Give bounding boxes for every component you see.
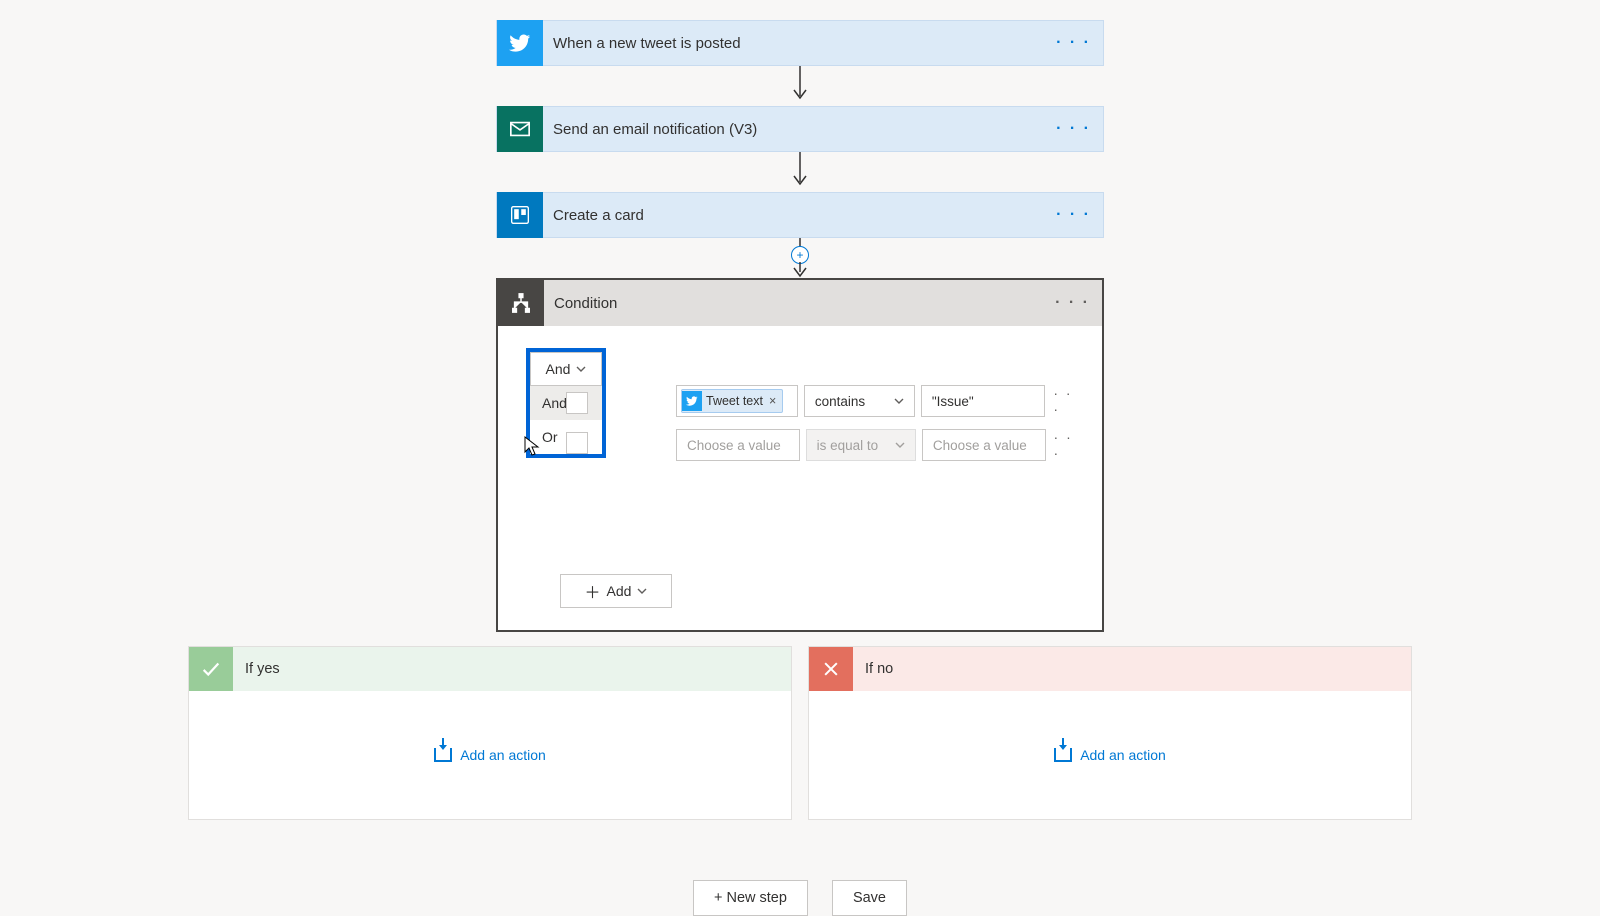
add-action-icon bbox=[434, 748, 452, 762]
condition-right-value[interactable]: Choose a value bbox=[922, 429, 1046, 461]
bottom-toolbar: + New step Save bbox=[0, 880, 1600, 916]
add-action-label: Add an action bbox=[460, 747, 546, 763]
token-remove-icon[interactable]: × bbox=[767, 394, 778, 408]
plus-icon: ＋ bbox=[585, 579, 601, 603]
operator-label: contains bbox=[815, 394, 865, 409]
condition-right-value[interactable]: "Issue" bbox=[921, 385, 1045, 417]
condition-title: Condition bbox=[544, 295, 617, 312]
branch-header[interactable]: If no bbox=[809, 647, 1411, 691]
branch-header[interactable]: If yes bbox=[189, 647, 791, 691]
condition-branches: If yes Add an action If no Add an action bbox=[188, 646, 1412, 820]
add-condition-row-button[interactable]: ＋ Add bbox=[560, 574, 672, 608]
add-action-label: Add an action bbox=[1080, 747, 1166, 763]
branch-if-yes: If yes Add an action bbox=[188, 646, 792, 820]
add-action-button[interactable]: Add an action bbox=[1054, 747, 1166, 763]
close-icon bbox=[809, 647, 853, 691]
step-card-twitter-trigger[interactable]: When a new tweet is posted · · · bbox=[496, 20, 1104, 66]
condition-icon bbox=[498, 280, 544, 326]
chevron-down-icon bbox=[637, 588, 647, 594]
row-connector-box bbox=[566, 432, 588, 454]
save-button[interactable]: Save bbox=[832, 880, 907, 916]
branch-title: If yes bbox=[233, 661, 280, 677]
step-card-email[interactable]: Send an email notification (V3) · · · bbox=[496, 106, 1104, 152]
condition-left-value[interactable]: Tweet text × bbox=[676, 385, 798, 417]
chevron-down-icon bbox=[894, 398, 904, 404]
add-label: Add bbox=[607, 583, 632, 599]
chevron-down-icon bbox=[576, 366, 586, 372]
check-icon bbox=[189, 647, 233, 691]
twitter-icon bbox=[682, 391, 702, 411]
step-title: Send an email notification (V3) bbox=[543, 121, 757, 138]
condition-operator-select[interactable]: is equal to bbox=[806, 429, 916, 461]
condition-row: Tweet text × contains "Issue" · · · bbox=[676, 384, 1082, 418]
connector-arrow bbox=[496, 152, 1104, 192]
right-value-text: "Issue" bbox=[932, 394, 974, 409]
condition-left-value[interactable]: Choose a value bbox=[676, 429, 800, 461]
operator-label: is equal to bbox=[817, 438, 879, 453]
step-menu-button[interactable]: · · · bbox=[1056, 206, 1091, 224]
step-card-trello[interactable]: Create a card · · · bbox=[496, 192, 1104, 238]
condition-header[interactable]: Condition · · · bbox=[498, 280, 1102, 326]
row-menu-button[interactable]: · · · bbox=[1052, 429, 1082, 461]
right-placeholder: Choose a value bbox=[933, 438, 1027, 453]
save-label: Save bbox=[853, 890, 886, 906]
condition-card: Condition · · · And And Or bbox=[496, 278, 1104, 632]
branch-title: If no bbox=[853, 661, 893, 677]
step-title: When a new tweet is posted bbox=[543, 35, 741, 52]
condition-operator-select[interactable]: contains bbox=[804, 385, 915, 417]
mail-icon bbox=[497, 106, 543, 152]
dynamic-content-token[interactable]: Tweet text × bbox=[681, 389, 783, 413]
flow-canvas: When a new tweet is posted · · · Send an… bbox=[0, 0, 1600, 900]
step-title: Create a card bbox=[543, 207, 644, 224]
condition-body: And And Or bbox=[498, 326, 1102, 630]
chevron-down-icon bbox=[895, 442, 905, 448]
step-menu-button[interactable]: · · · bbox=[1056, 120, 1091, 138]
add-action-button[interactable]: Add an action bbox=[434, 747, 546, 763]
step-menu-button[interactable]: · · · bbox=[1056, 34, 1091, 52]
twitter-icon bbox=[497, 20, 543, 66]
left-placeholder: Choose a value bbox=[687, 438, 781, 453]
add-action-icon bbox=[1054, 748, 1072, 762]
logic-operator-select[interactable]: And bbox=[530, 352, 602, 386]
insert-step-button[interactable]: + bbox=[496, 238, 1104, 278]
token-label: Tweet text bbox=[706, 394, 763, 408]
branch-if-no: If no Add an action bbox=[808, 646, 1412, 820]
condition-row: Choose a value is equal to Choose a valu… bbox=[676, 428, 1082, 462]
row-connector-box bbox=[566, 392, 588, 414]
logic-selected-label: And bbox=[546, 361, 571, 377]
trello-icon bbox=[497, 192, 543, 238]
new-step-label: + New step bbox=[714, 890, 787, 906]
row-menu-button[interactable]: · · · bbox=[1051, 385, 1082, 417]
new-step-button[interactable]: + New step bbox=[693, 880, 808, 916]
connector-arrow bbox=[496, 66, 1104, 106]
condition-menu-button[interactable]: · · · bbox=[1055, 294, 1090, 312]
